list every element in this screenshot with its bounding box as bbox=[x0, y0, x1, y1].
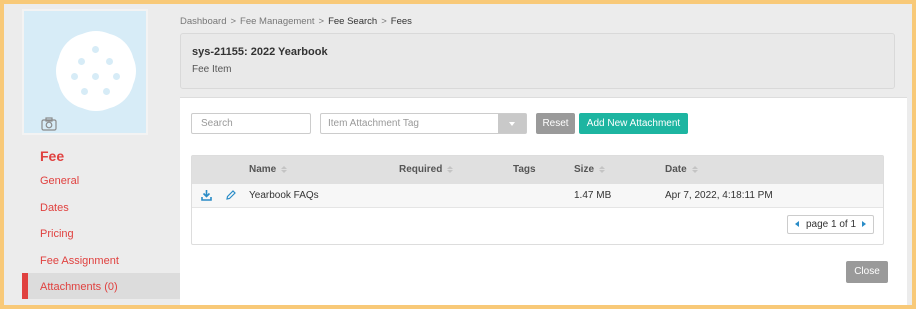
breadcrumb-dashboard[interactable]: Dashboard bbox=[180, 16, 226, 27]
search-input[interactable]: Search bbox=[191, 113, 311, 134]
page-indicator: page 1 of 1 bbox=[806, 219, 857, 230]
close-button[interactable]: Close bbox=[846, 261, 888, 283]
column-required[interactable]: Required bbox=[399, 164, 454, 175]
chevron-left-icon[interactable] bbox=[795, 221, 799, 227]
sort-icon[interactable] bbox=[691, 165, 698, 173]
download-icon[interactable] bbox=[201, 189, 212, 201]
camera-icon[interactable] bbox=[41, 117, 57, 131]
column-size[interactable]: Size bbox=[574, 164, 606, 175]
table-row[interactable]: Yearbook FAQs 1.47 MB Apr 7, 2022, 4:18:… bbox=[192, 184, 883, 208]
breadcrumb-fee-management[interactable]: Fee Management bbox=[240, 16, 314, 27]
sort-icon[interactable] bbox=[281, 165, 288, 173]
column-tags: Tags bbox=[513, 164, 536, 175]
attachments-panel: Search Item Attachment Tag Reset Add New… bbox=[180, 97, 907, 305]
chevron-down-icon[interactable] bbox=[498, 114, 526, 133]
column-name[interactable]: Name bbox=[249, 164, 288, 175]
breadcrumb: Dashboard > Fee Management > Fee Search > Fees bbox=[180, 16, 416, 27]
sidebar-item-dates[interactable]: Dates bbox=[40, 202, 69, 214]
attachments-table: Name Required Tags Size Date Yearbook FA… bbox=[191, 155, 884, 245]
cell-size: 1.47 MB bbox=[574, 190, 612, 201]
cell-date: Apr 7, 2022, 4:18:11 PM bbox=[665, 190, 773, 201]
sort-icon[interactable] bbox=[447, 165, 454, 173]
breadcrumb-fees[interactable]: Fees bbox=[391, 16, 412, 27]
cookie-image bbox=[61, 36, 131, 106]
attachment-tag-select[interactable]: Item Attachment Tag bbox=[320, 113, 527, 134]
page-subtitle: Fee Item bbox=[192, 64, 232, 75]
cell-name: Yearbook FAQs bbox=[249, 190, 319, 201]
sidebar-item-general[interactable]: General bbox=[40, 175, 79, 187]
table-header: Name Required Tags Size Date bbox=[192, 156, 883, 184]
attachment-tag-placeholder: Item Attachment Tag bbox=[328, 118, 419, 129]
page-title: sys-21155: 2022 Yearbook bbox=[192, 46, 328, 58]
sidebar-item-fee-assignment[interactable]: Fee Assignment bbox=[40, 255, 119, 267]
sidebar-title: Fee bbox=[40, 148, 65, 164]
fee-header: sys-21155: 2022 Yearbook Fee Item bbox=[180, 33, 895, 89]
pagination: page 1 of 1 bbox=[787, 215, 874, 234]
breadcrumb-fee-search[interactable]: Fee Search bbox=[328, 16, 377, 27]
add-attachment-button[interactable]: Add New Attachment bbox=[579, 113, 688, 134]
reset-button[interactable]: Reset bbox=[536, 113, 575, 134]
sidebar-active-marker bbox=[22, 273, 28, 299]
sort-icon[interactable] bbox=[599, 165, 606, 173]
breadcrumb-separator: > bbox=[381, 16, 387, 27]
sidebar: Fee General Dates Pricing Fee Assignment… bbox=[4, 4, 180, 305]
chevron-right-icon[interactable] bbox=[862, 221, 866, 227]
breadcrumb-separator: > bbox=[318, 16, 325, 27]
edit-icon[interactable] bbox=[225, 189, 236, 201]
fee-photo[interactable] bbox=[22, 9, 148, 135]
breadcrumb-separator: > bbox=[230, 16, 237, 27]
sidebar-item-attachments[interactable]: Attachments (0) bbox=[40, 281, 118, 293]
column-date[interactable]: Date bbox=[665, 164, 698, 175]
app-frame: Fee General Dates Pricing Fee Assignment… bbox=[4, 4, 912, 305]
sidebar-item-pricing[interactable]: Pricing bbox=[40, 228, 74, 240]
